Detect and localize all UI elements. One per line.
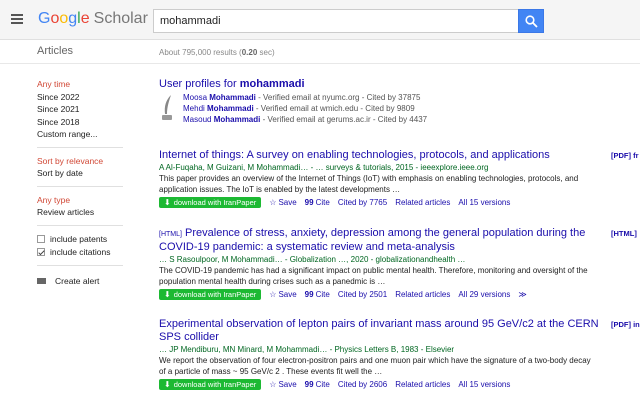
filter-since-2021[interactable]: Since 2021 <box>37 103 127 116</box>
cited-by-link[interactable]: Cited by 2606 <box>338 380 387 389</box>
profile-link[interactable]: Masoud Mohammadi <box>183 115 260 124</box>
more-icon[interactable]: ≫ <box>518 290 526 299</box>
download-icon: ⬇ <box>164 198 171 207</box>
top-bar: Google Scholar <box>0 0 640 40</box>
sort-by-date[interactable]: Sort by date <box>37 167 127 180</box>
profile-link[interactable]: Moosa Mohammadi <box>183 93 256 102</box>
cite-button[interactable]: Cite <box>316 198 330 207</box>
star-icon: ☆ <box>269 290 277 299</box>
profile-item: Moosa Mohammadi - Verified email at nyum… <box>183 93 421 102</box>
filter-since-2018[interactable]: Since 2018 <box>37 116 127 129</box>
result-snippet: The COVID-19 pandemic has had a signific… <box>159 266 588 286</box>
all-versions-link[interactable]: All 29 versions <box>458 290 510 299</box>
cited-by-link[interactable]: Cited by 7765 <box>338 198 387 207</box>
search-result: [HTML] Prevalence of stress, anxiety, de… <box>159 227 599 300</box>
include-citations-checkbox[interactable]: include citations <box>37 246 127 259</box>
checkbox-icon <box>37 235 45 243</box>
cite-button[interactable]: Cite <box>316 290 330 299</box>
result-actions: ⬇ download with IranPaper ☆ Save 99 Cite Ci… <box>159 289 599 300</box>
quote-icon: 99 <box>304 290 314 299</box>
search-result: Experimental observation of lepton pairs… <box>159 318 599 390</box>
download-iranpaper-button[interactable]: ⬇ download with IranPaper <box>159 289 262 300</box>
profile-item: Masoud Mohammadi - Verified email at ger… <box>183 115 428 124</box>
result-authors: … JP Mendiburu, MN Minard, M Mohammadi… … <box>159 345 455 354</box>
search-result: Internet of things: A survey on enabling… <box>159 149 599 208</box>
pdf-link[interactable]: [PDF] in <box>611 320 640 329</box>
envelope-icon <box>37 277 46 284</box>
star-icon: ☆ <box>269 198 277 207</box>
download-iranpaper-button[interactable]: ⬇ download with IranPaper <box>159 379 262 390</box>
download-icon: ⬇ <box>164 290 171 299</box>
related-articles-link[interactable]: Related articles <box>395 380 450 389</box>
pdf-link[interactable]: [PDF] fr <box>611 151 639 160</box>
download-icon: ⬇ <box>164 380 171 389</box>
profile-link[interactable]: Mehdi Mohammadi <box>183 104 254 113</box>
divider <box>37 146 123 148</box>
result-snippet: We report the observation of four electr… <box>159 356 591 376</box>
save-button[interactable]: Save <box>278 290 296 299</box>
section-label: Articles <box>37 45 74 57</box>
cited-by-link[interactable]: Cited by 2501 <box>338 290 387 299</box>
search-button[interactable] <box>518 9 544 33</box>
html-link[interactable]: [HTML] <box>611 229 637 238</box>
save-button[interactable]: Save <box>278 380 296 389</box>
result-snippet: This paper provides an overview of the I… <box>159 174 579 194</box>
profile-list: Moosa Mohammadi - Verified email at nyum… <box>183 92 427 125</box>
related-articles-link[interactable]: Related articles <box>395 290 450 299</box>
result-title[interactable]: [HTML] Prevalence of stress, anxiety, de… <box>159 227 599 254</box>
include-patents-checkbox[interactable]: include patents <box>37 233 127 246</box>
google-scholar-logo[interactable]: Google Scholar <box>38 10 148 28</box>
result-title[interactable]: Experimental observation of lepton pairs… <box>159 318 599 344</box>
user-profiles-title[interactable]: User profiles for mohammadi <box>159 78 579 90</box>
divider <box>37 185 123 187</box>
result-title[interactable]: Internet of things: A survey on enabling… <box>159 149 599 162</box>
result-actions: ⬇ download with IranPaper ☆ Save 99 Cite Ci… <box>159 197 599 208</box>
all-versions-link[interactable]: All 15 versions <box>458 380 510 389</box>
quote-icon: 99 <box>304 198 314 207</box>
results-count: About 795,000 results (0.20 sec) <box>159 48 275 57</box>
filter-custom-range[interactable]: Custom range... <box>37 128 127 141</box>
cite-button[interactable]: Cite <box>316 380 330 389</box>
profile-item: Mehdi Mohammadi - Verified email at wmic… <box>183 104 415 113</box>
download-iranpaper-button[interactable]: ⬇ download with IranPaper <box>159 197 262 208</box>
search-input[interactable] <box>153 9 519 33</box>
star-icon: ☆ <box>269 380 277 389</box>
search-icon <box>525 15 538 28</box>
divider <box>37 224 123 226</box>
filter-any-type[interactable]: Any type <box>37 194 127 207</box>
related-articles-link[interactable]: Related articles <box>395 198 450 207</box>
user-profiles: User profiles for mohammadi Moosa Mohamm… <box>159 78 579 124</box>
filter-review-articles[interactable]: Review articles <box>37 206 127 219</box>
result-actions: ⬇ download with IranPaper ☆ Save 99 Cite Ci… <box>159 379 599 390</box>
result-authors: … S Rasoulpoor, M Mohammadi… - Globaliza… <box>159 255 466 264</box>
quill-icon <box>162 95 172 120</box>
divider <box>37 264 123 266</box>
sort-by-relevance[interactable]: Sort by relevance <box>37 155 127 168</box>
sub-header: Articles About 795,000 results (0.20 sec… <box>0 40 640 64</box>
filter-any-time[interactable]: Any time <box>37 78 127 91</box>
sidebar: Any time Since 2022 Since 2021 Since 201… <box>37 78 127 286</box>
checkbox-checked-icon <box>37 248 45 256</box>
result-authors: A Al-Fuqaha, M Guizani, M Mohammadi… - …… <box>159 163 489 172</box>
menu-icon[interactable] <box>11 14 23 24</box>
create-alert-button[interactable]: Create alert <box>37 276 127 286</box>
html-tag: [HTML] <box>159 231 182 238</box>
save-button[interactable]: Save <box>278 198 296 207</box>
quote-icon: 99 <box>304 380 314 389</box>
filter-since-2022[interactable]: Since 2022 <box>37 91 127 104</box>
all-versions-link[interactable]: All 15 versions <box>458 198 510 207</box>
